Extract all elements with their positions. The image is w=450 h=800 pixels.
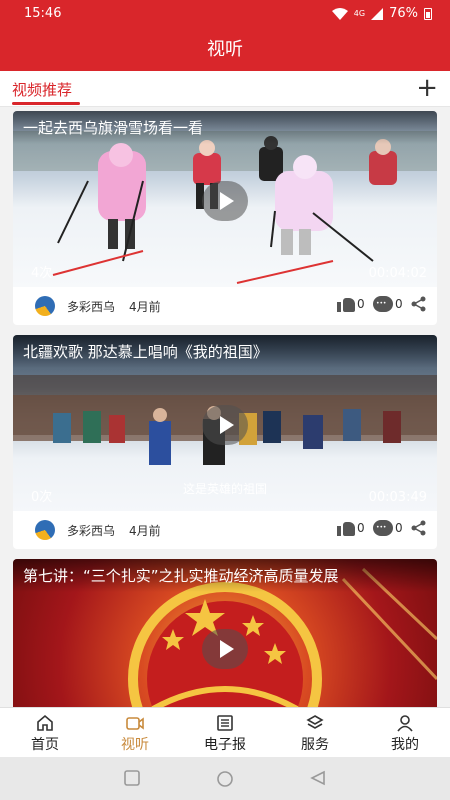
battery-level: 76% xyxy=(389,6,418,21)
video-feed[interactable]: 一起去西乌旗滑雪场看一看 4次 00:04:02 多彩西乌 4月前 0 0 xyxy=(0,107,450,707)
like-count: 0 xyxy=(357,521,365,535)
share-button[interactable] xyxy=(411,296,427,312)
nav-video[interactable]: 视听 xyxy=(90,708,180,757)
publish-time: 4月前 xyxy=(129,524,161,538)
source-name: 多彩西乌 xyxy=(67,524,116,538)
comment-icon xyxy=(373,296,393,312)
back-icon[interactable] xyxy=(310,770,326,786)
network-label: 4G xyxy=(353,9,366,18)
add-channel-button[interactable]: + xyxy=(416,75,438,101)
nav-profile[interactable]: 我的 xyxy=(360,708,450,757)
nav-services-label: 服务 xyxy=(301,737,329,753)
share-button[interactable] xyxy=(411,520,427,536)
status-indicators: 4G 76% xyxy=(331,6,432,21)
video-title: 一起去西乌旗滑雪场看一看 xyxy=(13,111,437,144)
comment-button[interactable]: 0 xyxy=(373,520,403,536)
video-title: 北疆欢歌 那达慕上唱响《我的祖国》 xyxy=(13,335,437,368)
video-card[interactable]: 第七讲：“三个扎实”之扎实推动经济高质量发展 xyxy=(13,559,437,707)
video-duration: 00:03:49 xyxy=(368,490,427,505)
tab-underline xyxy=(12,102,80,105)
status-time: 15:46 xyxy=(24,6,62,21)
video-meta: 多彩西乌 4月前 0 0 xyxy=(13,511,437,549)
video-card[interactable]: 一起去西乌旗滑雪场看一看 4次 00:04:02 多彩西乌 4月前 0 0 xyxy=(13,111,437,325)
video-duration: 00:04:02 xyxy=(368,266,427,281)
like-button[interactable]: 0 xyxy=(337,520,365,536)
page-title: 视听 xyxy=(0,28,450,71)
nav-e-paper-label: 电子报 xyxy=(204,737,246,753)
signal-icon xyxy=(371,7,384,20)
bottom-nav: 首页 视听 电子报 服务 我的 xyxy=(0,707,450,757)
source-logo-icon xyxy=(35,520,55,540)
video-card[interactable]: 北疆欢歌 那达慕上唱响《我的祖国》 这是英雄的祖国 0次 00:03:49 多彩… xyxy=(13,335,437,549)
like-button[interactable]: 0 xyxy=(337,296,365,312)
status-bar: 15:46 4G 76% xyxy=(0,0,450,28)
play-icon[interactable] xyxy=(202,181,248,221)
nav-services[interactable]: 服务 xyxy=(270,708,360,757)
play-icon[interactable] xyxy=(202,629,248,669)
tab-strip: 视频推荐 + xyxy=(0,71,450,107)
video-thumbnail[interactable]: 第七讲：“三个扎实”之扎实推动经济高质量发展 xyxy=(13,559,437,707)
view-count: 0次 xyxy=(31,490,53,505)
nav-home[interactable]: 首页 xyxy=(0,708,90,757)
source-name: 多彩西乌 xyxy=(67,300,116,314)
source-logo-icon xyxy=(35,296,55,316)
publish-time: 4月前 xyxy=(129,300,161,314)
like-count: 0 xyxy=(357,297,365,311)
video-camera-icon xyxy=(126,717,144,730)
comment-count: 0 xyxy=(395,297,403,311)
video-meta: 多彩西乌 4月前 0 0 xyxy=(13,287,437,325)
share-icon xyxy=(411,520,427,536)
home-icon xyxy=(37,714,53,731)
user-icon xyxy=(397,715,413,732)
recent-apps-icon[interactable] xyxy=(124,770,140,786)
newspaper-icon xyxy=(217,715,233,731)
video-thumbnail[interactable]: 北疆欢歌 那达慕上唱响《我的祖国》 这是英雄的祖国 0次 00:03:49 xyxy=(13,335,437,511)
thumbs-up-icon xyxy=(337,520,355,536)
layers-icon xyxy=(306,715,324,729)
nav-home-label: 首页 xyxy=(31,737,59,753)
comment-button[interactable]: 0 xyxy=(373,296,403,312)
nav-profile-label: 我的 xyxy=(391,737,419,753)
wifi-icon xyxy=(331,7,348,20)
nav-e-paper[interactable]: 电子报 xyxy=(180,708,270,757)
thumbs-up-icon xyxy=(337,296,355,312)
video-thumbnail[interactable]: 一起去西乌旗滑雪场看一看 4次 00:04:02 xyxy=(13,111,437,287)
battery-icon xyxy=(424,7,432,20)
home-circle-icon[interactable] xyxy=(216,770,234,788)
play-icon[interactable] xyxy=(202,405,248,445)
nav-video-label: 视听 xyxy=(121,737,149,753)
comment-icon xyxy=(373,520,393,536)
system-nav-bar xyxy=(0,757,450,800)
video-title: 第七讲：“三个扎实”之扎实推动经济高质量发展 xyxy=(13,559,437,592)
comment-count: 0 xyxy=(395,521,403,535)
view-count: 4次 xyxy=(31,266,53,281)
tab-video-recommend[interactable]: 视频推荐 xyxy=(12,79,72,100)
share-icon xyxy=(411,296,427,312)
